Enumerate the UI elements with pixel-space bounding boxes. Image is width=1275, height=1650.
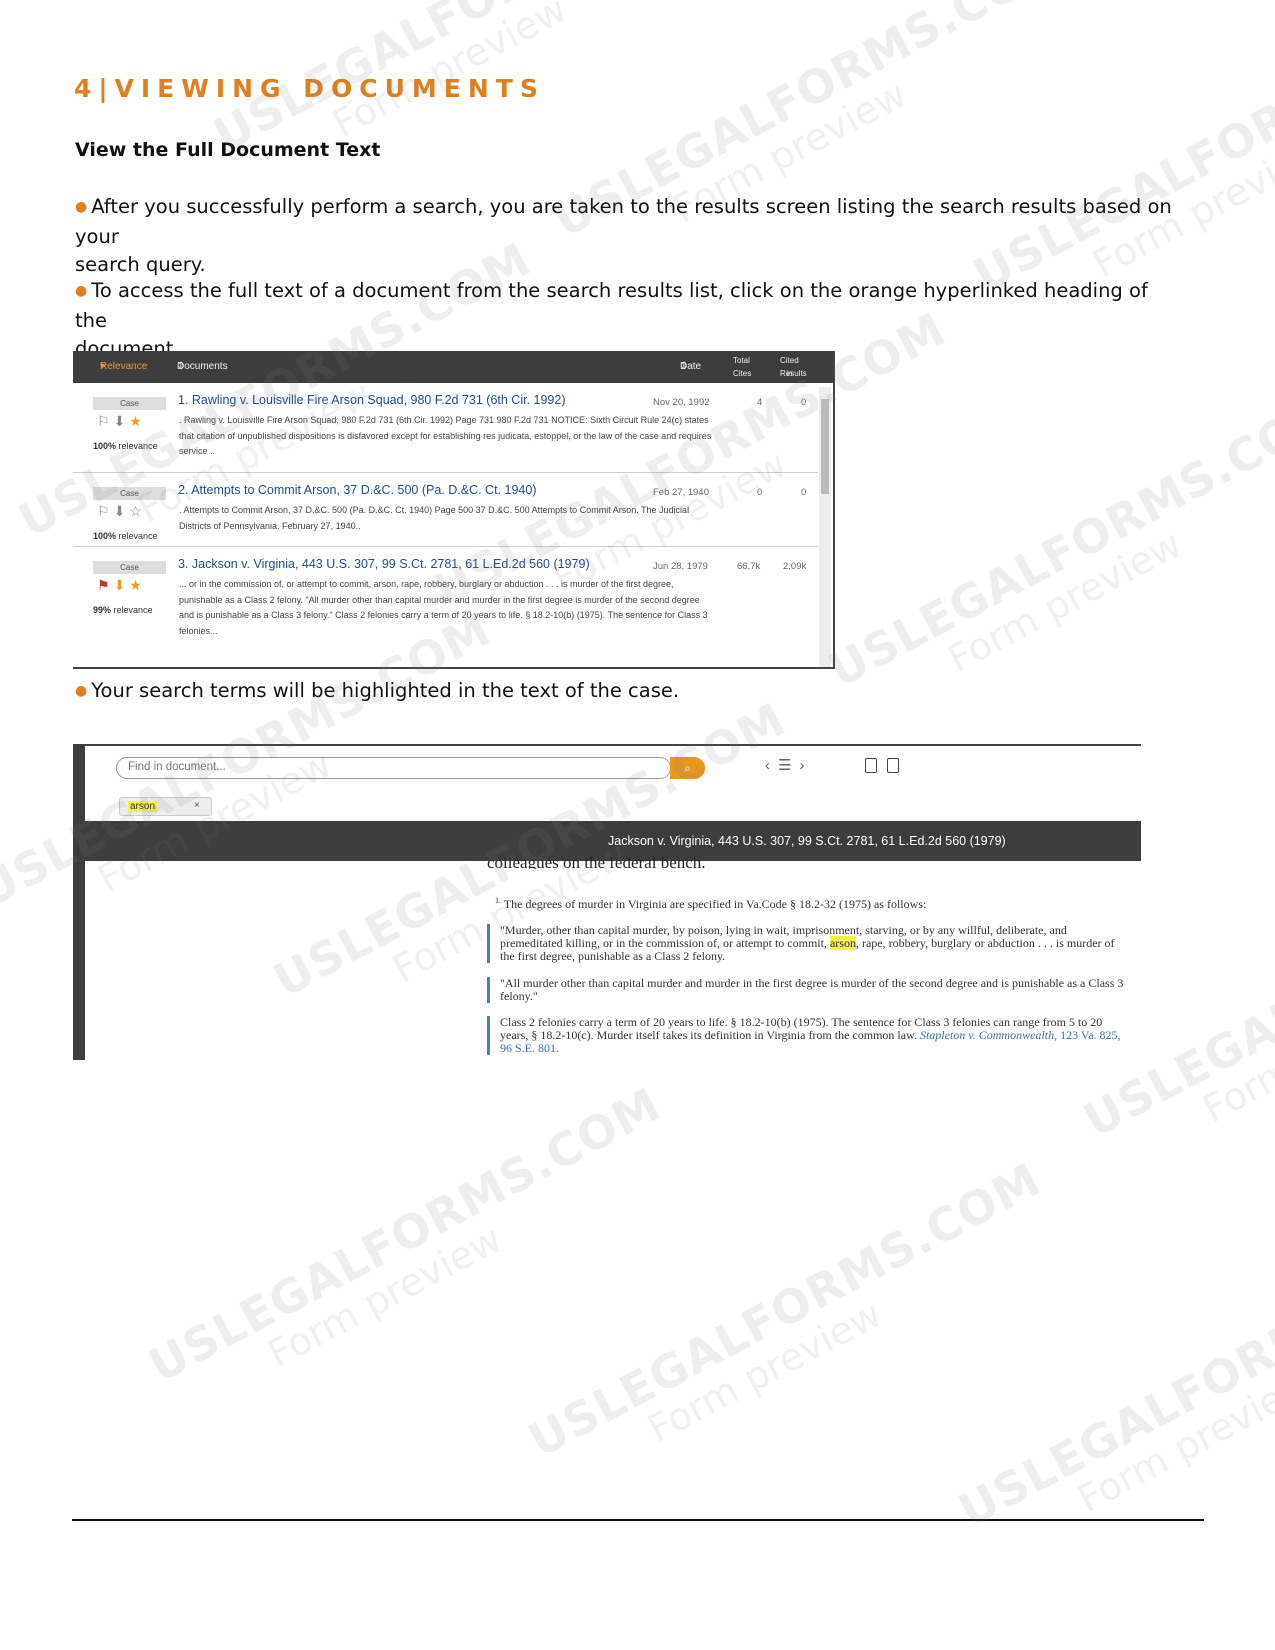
statute-quote: "Murder, other than capital murder, by p… (487, 924, 1127, 963)
document-viewer-screenshot: ⌕ ‹ ☰ › arson × Jackson v. Virginia, 443 U… (73, 744, 1141, 1060)
result-cited-in-results: 0 (801, 487, 807, 498)
bookmark-tools (865, 758, 909, 776)
document-pages-icon[interactable]: ☰ (778, 757, 791, 774)
watermark: USLEGALFORMS.COMForm preview (520, 1151, 1050, 1468)
watermark: USLEGALFORMS.COMForm preview (140, 1076, 670, 1393)
result-date: Nov 20, 1992 (653, 397, 710, 408)
sort-relevance[interactable]: Relevance ▾ (100, 361, 147, 372)
bullet-item: ● Your search terms will be highlighted i… (75, 679, 680, 702)
page-navigation: ‹ ☰ › (765, 756, 812, 774)
row-actions: ⚑⬇★ (97, 577, 146, 594)
case-citation-link[interactable]: Stapleton v. Commonwealth, (920, 1028, 1057, 1042)
case-badge: Case (93, 487, 166, 500)
search-term-chip: arson × (119, 797, 212, 816)
bookmark-check-icon[interactable] (887, 758, 899, 773)
statute-quote: "All murder other than capital murder an… (487, 977, 1127, 1003)
close-icon[interactable]: × (194, 800, 200, 811)
chevron-right-icon[interactable]: › (799, 757, 804, 774)
document-title: Jackson v. Virginia, 443 U.S. 307, 99 S.… (608, 834, 1006, 848)
flag-icon[interactable]: ⚐ (97, 413, 114, 429)
result-total-cites: 66.7k (737, 561, 761, 572)
result-snippet: ... or in the commission of, or attempt … (179, 579, 708, 636)
star-icon[interactable]: ★ (129, 413, 146, 429)
star-icon[interactable]: ☆ (129, 503, 146, 519)
document-title-bar: Jackson v. Virginia, 443 U.S. 307, 99 S.… (85, 821, 1141, 861)
search-term: arson (128, 801, 158, 812)
case-badge: Case (93, 561, 166, 574)
result-cited-in-results: 2.09k (783, 561, 807, 572)
sort-date[interactable]: Date ⇕ (680, 361, 701, 372)
flag-icon[interactable]: ⚐ (97, 503, 114, 519)
result-title-link[interactable]: 3. Jackson v. Virginia, 443 U.S. 307, 99… (178, 557, 590, 571)
search-results-screenshot: Relevance ▾ Documents ⇕ Date ⇕ Total Cite… (73, 351, 835, 669)
search-icon: ⌕ (684, 761, 691, 775)
bullet-item: ● After you successfully perform a search… (75, 195, 1172, 276)
results-scrollbar[interactable] (819, 387, 831, 667)
viewer-left-bar (73, 744, 85, 1060)
highlighted-term: arson (829, 936, 856, 950)
result-cited-in-results: 0 (801, 397, 807, 408)
bullet-dot-icon: ● (75, 683, 88, 699)
bullet-dot-icon: ● (75, 283, 88, 299)
footer-rule (72, 1519, 1204, 1521)
bullet-dot-icon: ● (75, 199, 88, 215)
subsection-heading: View the Full Document Text (75, 139, 381, 161)
relevance-score: 100% relevance (93, 531, 158, 541)
download-icon[interactable]: ⬇ (114, 413, 130, 429)
row-actions: ⚐⬇☆ (97, 503, 146, 520)
results-header: Relevance ▾ Documents ⇕ Date ⇕ Total Cite… (73, 351, 833, 383)
result-snippet: . Rawling v. Louisville Fire Arson Squad… (179, 415, 712, 456)
viewer-top-border (73, 744, 1141, 746)
result-date: Jun 28, 1979 (653, 561, 708, 572)
result-row: Case ⚐⬇☆ 100% relevance 2. Attempts to C… (73, 473, 818, 547)
find-in-document-input[interactable] (128, 761, 628, 773)
result-snippet: . Attempts to Commit Arson, 37 D.&C. 500… (179, 505, 690, 531)
section-heading: 4|VIEWING DOCUMENTS (74, 74, 545, 103)
scrollbar-thumb[interactable] (821, 399, 829, 494)
find-button[interactable]: ⌕ (670, 757, 705, 779)
cut-off-text: colleagues on the federal bench. (487, 857, 706, 869)
find-in-document-field[interactable] (116, 757, 671, 779)
result-total-cites: 4 (757, 397, 763, 408)
result-row: Case ⚑⬇★ 99% relevance 3. Jackson v. Vir… (73, 547, 818, 667)
relevance-score: 100% relevance (93, 441, 158, 451)
case-badge: Case (93, 397, 166, 410)
row-actions: ⚐⬇★ (97, 413, 146, 430)
result-title-link[interactable]: 1. Rawling v. Louisville Fire Arson Squa… (178, 393, 565, 407)
relevance-score: 99% relevance (93, 605, 153, 615)
result-total-cites: 0 (757, 487, 763, 498)
sort-documents[interactable]: Documents ⇕ (177, 361, 228, 372)
download-icon[interactable]: ⬇ (114, 503, 130, 519)
result-date: Feb 27, 1940 (653, 487, 709, 498)
footnote: 1. The degrees of murder in Virginia are… (495, 896, 927, 911)
flag-icon[interactable]: ⚑ (97, 577, 114, 593)
star-icon[interactable]: ★ (129, 577, 146, 593)
chevron-left-icon[interactable]: ‹ (765, 757, 770, 774)
result-title-link[interactable]: 2. Attempts to Commit Arson, 37 D.&C. 50… (178, 483, 536, 497)
download-icon[interactable]: ⬇ (114, 577, 130, 593)
statute-quote: Class 2 felonies carry a term of 20 year… (487, 1016, 1127, 1055)
result-row: Case ⚐⬇★ 100% relevance 1. Rawling v. Lo… (73, 383, 818, 473)
bookmark-icon[interactable] (865, 758, 877, 773)
